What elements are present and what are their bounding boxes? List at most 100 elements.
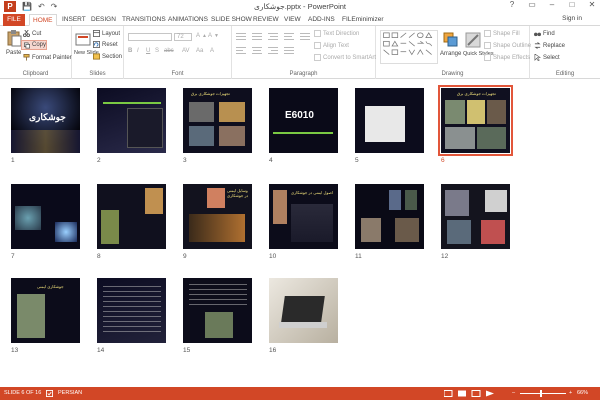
maximize-button[interactable]: □ — [566, 0, 578, 9]
shape-fill-label: Shape Fill — [493, 30, 520, 37]
copy-button[interactable]: Copy — [21, 40, 47, 50]
slide-number-6: 6 — [441, 157, 445, 164]
shape-fill-button[interactable]: Shape Fill — [484, 30, 520, 37]
shadow-button[interactable]: S — [155, 48, 159, 54]
tab-file[interactable]: FILE — [3, 14, 25, 26]
zoom-slider-handle[interactable] — [540, 390, 542, 397]
arrange-icon[interactable] — [442, 31, 460, 49]
bold-button[interactable]: B — [128, 48, 132, 54]
quick-styles-icon[interactable] — [464, 31, 482, 49]
text-direction-button[interactable]: Text Direction — [314, 30, 359, 37]
slide-thumbnail-3[interactable]: تجهیزات جوشکاری برق — [183, 88, 252, 153]
shape-effects-button[interactable]: Shape Effects — [484, 54, 530, 61]
change-case-button[interactable]: Aa — [196, 48, 203, 54]
slide-thumbnail-4[interactable]: E6010 — [269, 88, 338, 153]
slide-thumbnail-12[interactable] — [441, 184, 510, 249]
close-button[interactable]: ✕ — [586, 0, 598, 9]
underline-button[interactable]: U — [146, 48, 150, 54]
slide-thumbnail-1[interactable]: جوشکاری — [11, 88, 80, 153]
tab-design[interactable]: DESIGN — [88, 14, 119, 26]
slide-show-icon[interactable] — [486, 390, 494, 397]
slide-2-diagram — [127, 108, 163, 148]
slide-thumbnail-10[interactable]: اصول ایمنی در جوشکاری — [269, 184, 338, 249]
shapes-gallery[interactable] — [380, 30, 438, 64]
slide-6-image-a — [445, 100, 465, 124]
grow-font-button[interactable]: A ▲ — [196, 33, 207, 39]
tab-view[interactable]: VIEW — [281, 14, 304, 26]
slide-7-eye-image — [15, 206, 41, 230]
slide-thumbnail-6[interactable]: تجهیزات جوشکاری برق — [438, 85, 513, 156]
format-painter-button[interactable]: Format Painter — [23, 54, 72, 61]
slide-thumbnail-8[interactable] — [97, 184, 166, 249]
tab-slide-show[interactable]: SLIDE SHOW — [208, 14, 255, 26]
layout-button[interactable]: Layout — [93, 30, 120, 37]
slide-thumbnail-13[interactable]: جوشکاری ایمنی — [11, 278, 80, 343]
slide-6-image-e — [477, 127, 506, 149]
slide-thumbnail-16[interactable] — [269, 278, 338, 343]
ribbon-display-icon[interactable]: ▭ — [526, 0, 538, 9]
list-and-indent-icons[interactable] — [236, 32, 312, 40]
slide-thumbnail-7[interactable] — [11, 184, 80, 249]
help-icon[interactable]: ? — [506, 0, 518, 9]
language-status[interactable]: PERSIAN — [58, 390, 82, 396]
slide-11-image-b — [405, 190, 417, 210]
reading-view-icon[interactable] — [471, 390, 481, 397]
slide-12-image-a — [445, 190, 469, 216]
reset-button[interactable]: Reset — [93, 41, 118, 48]
minimize-button[interactable]: – — [546, 0, 558, 9]
new-slide-icon[interactable] — [75, 31, 93, 49]
font-name-field[interactable] — [128, 33, 172, 41]
slide-thumbnail-15[interactable] — [183, 278, 252, 343]
tab-insert[interactable]: INSERT — [59, 14, 89, 26]
replace-icon — [534, 42, 541, 49]
paste-button[interactable]: Paste — [6, 50, 21, 56]
align-text-button[interactable]: Align Text — [314, 42, 349, 49]
zoom-level[interactable]: 66% — [577, 390, 588, 396]
slide-thumbnail-5[interactable] — [355, 88, 424, 153]
slide-3-image-c — [189, 126, 214, 146]
cut-button[interactable]: Cut — [23, 30, 41, 37]
slide-3-title: تجهیزات جوشکاری برق — [191, 91, 230, 96]
slide-8-image-a — [101, 210, 119, 244]
sign-in-link[interactable]: Sign in — [562, 15, 582, 22]
select-button[interactable]: Select — [534, 54, 560, 61]
find-button[interactable]: Find — [534, 30, 555, 37]
shape-outline-button[interactable]: Shape Outline — [484, 42, 531, 49]
slide-number-7: 7 — [11, 253, 15, 260]
proofing-icon[interactable] — [46, 390, 53, 397]
slide-12-image-d — [481, 220, 505, 244]
paragraph-group: Text Direction Align Text Convert to Sma… — [232, 26, 376, 79]
slide-thumbnail-11[interactable] — [355, 184, 424, 249]
tab-transitions[interactable]: TRANSITIONS — [119, 14, 169, 26]
zoom-out-button[interactable]: – — [512, 390, 515, 396]
slide-2-line — [103, 102, 161, 104]
slide-sorter-view-icon[interactable] — [458, 390, 466, 397]
slide-thumbnail-9[interactable]: وسایل ایمنی در جوشکاری — [183, 184, 252, 249]
font-group: 72 A ▲ A ▼ B I U S abc AV Aa A Font — [124, 26, 232, 79]
slide-thumbnail-2[interactable] — [97, 88, 166, 153]
replace-button[interactable]: Replace — [534, 42, 565, 49]
slide-6-image-b — [467, 100, 485, 124]
tab-add-ins[interactable]: ADD-INS — [305, 14, 338, 26]
strikethrough-button[interactable]: abc — [164, 48, 174, 54]
character-spacing-button[interactable]: AV — [182, 48, 190, 54]
font-size-field[interactable]: 72 — [174, 33, 192, 41]
zoom-slider[interactable] — [520, 393, 566, 394]
italic-button[interactable]: I — [137, 48, 139, 54]
normal-view-icon[interactable] — [443, 390, 453, 397]
tab-animations[interactable]: ANIMATIONS — [165, 14, 211, 26]
convert-smartart-button[interactable]: Convert to SmartArt — [314, 54, 376, 61]
tab-review[interactable]: REVIEW — [250, 14, 282, 26]
tab-fileminimizer[interactable]: FILEminimizer — [339, 14, 387, 26]
zoom-in-button[interactable]: + — [569, 390, 572, 396]
slide-thumbnail-14[interactable] — [97, 278, 166, 343]
slide-7-spark-image — [55, 222, 77, 242]
shrink-font-button[interactable]: A ▼ — [208, 33, 219, 39]
alignment-icons[interactable] — [236, 46, 312, 54]
ribbon: Paste Cut Copy Format Painter Clipboard … — [0, 26, 600, 79]
tab-home[interactable]: HOME — [29, 14, 57, 26]
arrange-button[interactable]: Arrange — [440, 51, 461, 57]
section-button[interactable]: Section — [93, 53, 122, 60]
font-color-button[interactable]: A — [210, 48, 214, 54]
slide-number-12: 12 — [441, 253, 449, 260]
